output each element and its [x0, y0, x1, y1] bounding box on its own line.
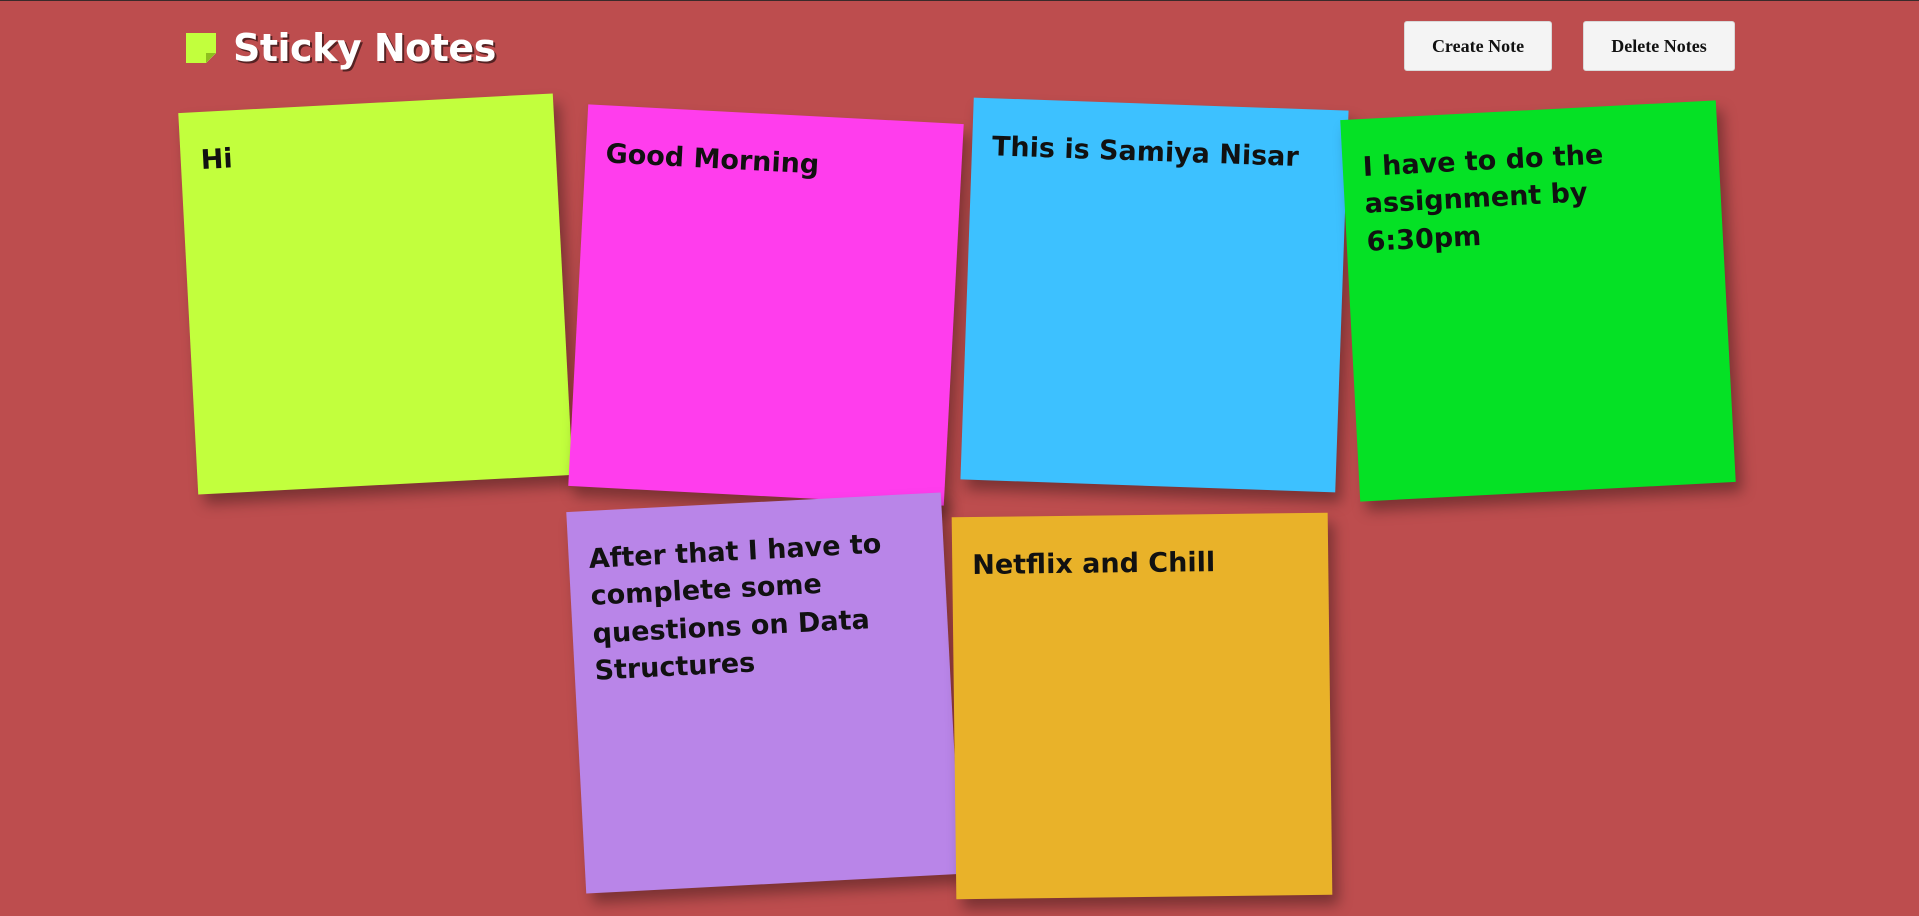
sticky-note[interactable]: Hi [178, 93, 573, 495]
create-note-button[interactable]: Create Note [1404, 21, 1552, 71]
sticky-note[interactable]: This is Samiya Nisar [960, 97, 1349, 493]
sticky-note[interactable]: I have to do the assignment by 6:30pm [1340, 100, 1736, 502]
app-header: Sticky Notes [184, 27, 496, 69]
sticky-note[interactable]: Good Morning [568, 104, 964, 506]
sticky-note[interactable]: Netflix and Chill [951, 512, 1333, 900]
sticky-note[interactable]: After that I have to complete some quest… [566, 492, 961, 894]
delete-notes-button[interactable]: Delete Notes [1583, 21, 1735, 71]
sticky-note-icon [184, 31, 218, 65]
app-title: Sticky Notes [233, 26, 496, 70]
